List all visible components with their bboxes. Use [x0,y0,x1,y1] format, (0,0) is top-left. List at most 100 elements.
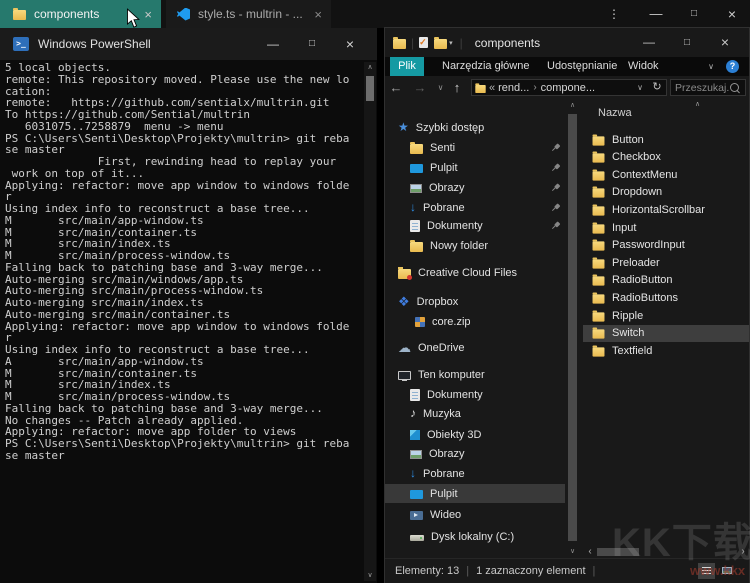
tab-vscode-style-ts[interactable]: style.ts - multrin - ... × [166,0,331,28]
picture-icon [410,184,422,193]
download-icon [410,467,416,480]
breadcrumb-overflow-icon[interactable]: « [489,82,495,94]
search-input[interactable] [671,82,730,94]
explorer-body: Szybki dostępSentiPulpitObrazyPobraneDok… [385,99,749,546]
file-row-passwordinput[interactable]: PasswordInput [583,237,749,254]
document-icon [410,220,420,232]
terminal-line: M src/main/process-window.ts [5,391,363,403]
sidebar-item-ten-komputer[interactable]: Ten komputer [385,365,565,384]
up-icon[interactable]: ↑ [449,76,465,99]
breadcrumb[interactable]: « rend... › compone... ∨ [471,79,649,96]
file-row-button[interactable]: Button [583,131,749,148]
sidebar-item-pobrane[interactable]: Pobrane [385,464,565,483]
close-tab-icon[interactable]: × [314,7,322,22]
scrollbar-thumb[interactable] [568,114,577,541]
breadcrumb-item[interactable]: rend... [498,82,529,94]
maximize-button[interactable]: □ [673,28,701,57]
refresh-icon[interactable]: ↻ [648,79,667,96]
terminal-line: Falling back to patching base and 3-way … [5,403,363,415]
qat-chevron-down-icon[interactable]: ▾ [449,39,453,47]
navigation-scrollbar[interactable]: ∧ [566,99,579,546]
sidebar-item-dokumenty[interactable]: Dokumenty [385,216,565,235]
close-tab-icon[interactable]: × [144,7,152,22]
search-icon[interactable] [730,83,739,92]
sidebar-item-label: Obiekty 3D [427,429,481,441]
menu-dots-icon[interactable]: ⋮ [599,0,629,28]
terminal-line: 6031075..7258879 menu -> menu [5,121,363,133]
search-box[interactable] [670,79,746,96]
ribbon-tab-file[interactable]: Plik [390,57,424,76]
terminal-scrollbar[interactable]: ∧ ∨ [364,62,376,581]
terminal-output[interactable]: 5 local objects.remote: This repository … [0,60,363,583]
scrollbar-thumb[interactable] [366,76,374,101]
new-folder-icon[interactable] [434,39,447,49]
recent-locations-icon[interactable]: ∨ [434,76,447,99]
navigation-pane: Szybki dostępSentiPulpitObrazyPobraneDok… [385,99,565,546]
maximize-button[interactable]: □ [298,28,326,60]
sidebar-item-label: Wideo [430,509,461,521]
breadcrumb-item[interactable]: compone... [541,82,595,94]
folder-icon [593,259,605,268]
sidebar-item-szybki-dost-p[interactable]: Szybki dostęp [385,118,565,137]
ribbon-tab-view[interactable]: Widok [628,57,659,76]
file-row-radiobuttons[interactable]: RadioButtons [583,289,749,306]
scroll-down-icon[interactable]: ∨ [364,571,376,579]
maximize-button[interactable]: □ [679,0,709,28]
scroll-up-icon[interactable]: ∧ [364,63,376,71]
sidebar-item-creative-cloud-files[interactable]: Creative Cloud Files [385,263,565,282]
properties-check-icon[interactable] [419,37,428,48]
sidebar-item-obrazy[interactable]: Obrazy [385,444,565,463]
scroll-left-icon[interactable]: ‹ [584,546,596,558]
sidebar-item-muzyka[interactable]: Muzyka [385,404,565,423]
sidebar-item-pulpit[interactable]: Pulpit [385,158,565,177]
sidebar-item-onedrive[interactable]: OneDrive [385,338,565,357]
file-row-preloader[interactable]: Preloader [583,254,749,271]
explorer-title-bar[interactable]: | ▾ | components — □ × [385,28,749,57]
sidebar-item-obrazy[interactable]: Obrazy [385,178,565,197]
close-button[interactable]: × [711,28,739,57]
sidebar-item-pulpit[interactable]: Pulpit [385,484,565,503]
scroll-up-icon[interactable]: ∧ [566,101,579,109]
powershell-title-bar[interactable]: >_ Windows PowerShell — □ × [0,28,377,60]
picture-icon [410,450,422,459]
help-icon[interactable]: ? [726,60,739,73]
ribbon-tab-share[interactable]: Udostępnianie [547,57,617,76]
folder-icon [410,242,423,252]
back-icon[interactable]: ← [388,76,404,99]
sidebar-item-dokumenty[interactable]: Dokumenty [385,385,565,404]
file-row-switch[interactable]: Switch [583,325,749,342]
minimize-button[interactable]: — [259,28,287,60]
file-name: Switch [612,327,644,339]
forward-icon[interactable]: → [412,76,428,99]
file-row-checkbox[interactable]: Checkbox [583,149,749,166]
close-button[interactable]: × [336,28,364,60]
sidebar-item-core-zip[interactable]: core.zip [385,312,565,331]
file-row-input[interactable]: Input [583,219,749,236]
file-row-textfield[interactable]: Textfield [583,342,749,359]
sidebar-item-label: Muzyka [423,408,461,420]
close-button[interactable]: × [717,0,747,28]
sidebar-item-senti[interactable]: Senti [385,138,565,157]
sidebar-item-label: Pobrane [423,468,465,480]
sidebar-item-label: Dropbox [417,296,459,308]
scroll-down-icon[interactable]: ∨ [566,546,579,558]
minimize-button[interactable]: — [635,28,663,57]
column-header-name[interactable]: Nazwa [598,107,632,119]
sidebar-item-pobrane[interactable]: Pobrane [385,198,565,217]
sidebar-item-label: Senti [430,142,455,154]
file-row-horizontalscrollbar[interactable]: HorizontalScrollbar [583,201,749,218]
sidebar-item-obiekty-3d[interactable]: Obiekty 3D [385,425,565,444]
chevron-down-icon[interactable]: ∨ [637,83,643,92]
terminal-line: A src/main/app-window.ts [5,356,363,368]
minimize-button[interactable]: — [641,0,671,28]
sidebar-item-dropbox[interactable]: Dropbox [385,292,565,311]
file-row-contextmenu[interactable]: ContextMenu [583,166,749,183]
file-row-dropdown[interactable]: Dropdown [583,184,749,201]
folder-icon [410,144,423,154]
file-row-radiobutton[interactable]: RadioButton [583,272,749,289]
sidebar-item-wideo[interactable]: Wideo [385,505,565,524]
file-row-ripple[interactable]: Ripple [583,307,749,324]
ribbon-expand-icon[interactable]: ∨ [703,57,719,76]
ribbon-tab-home[interactable]: Narzędzia główne [442,57,529,76]
sidebar-item-nowy-folder[interactable]: Nowy folder [385,236,565,255]
